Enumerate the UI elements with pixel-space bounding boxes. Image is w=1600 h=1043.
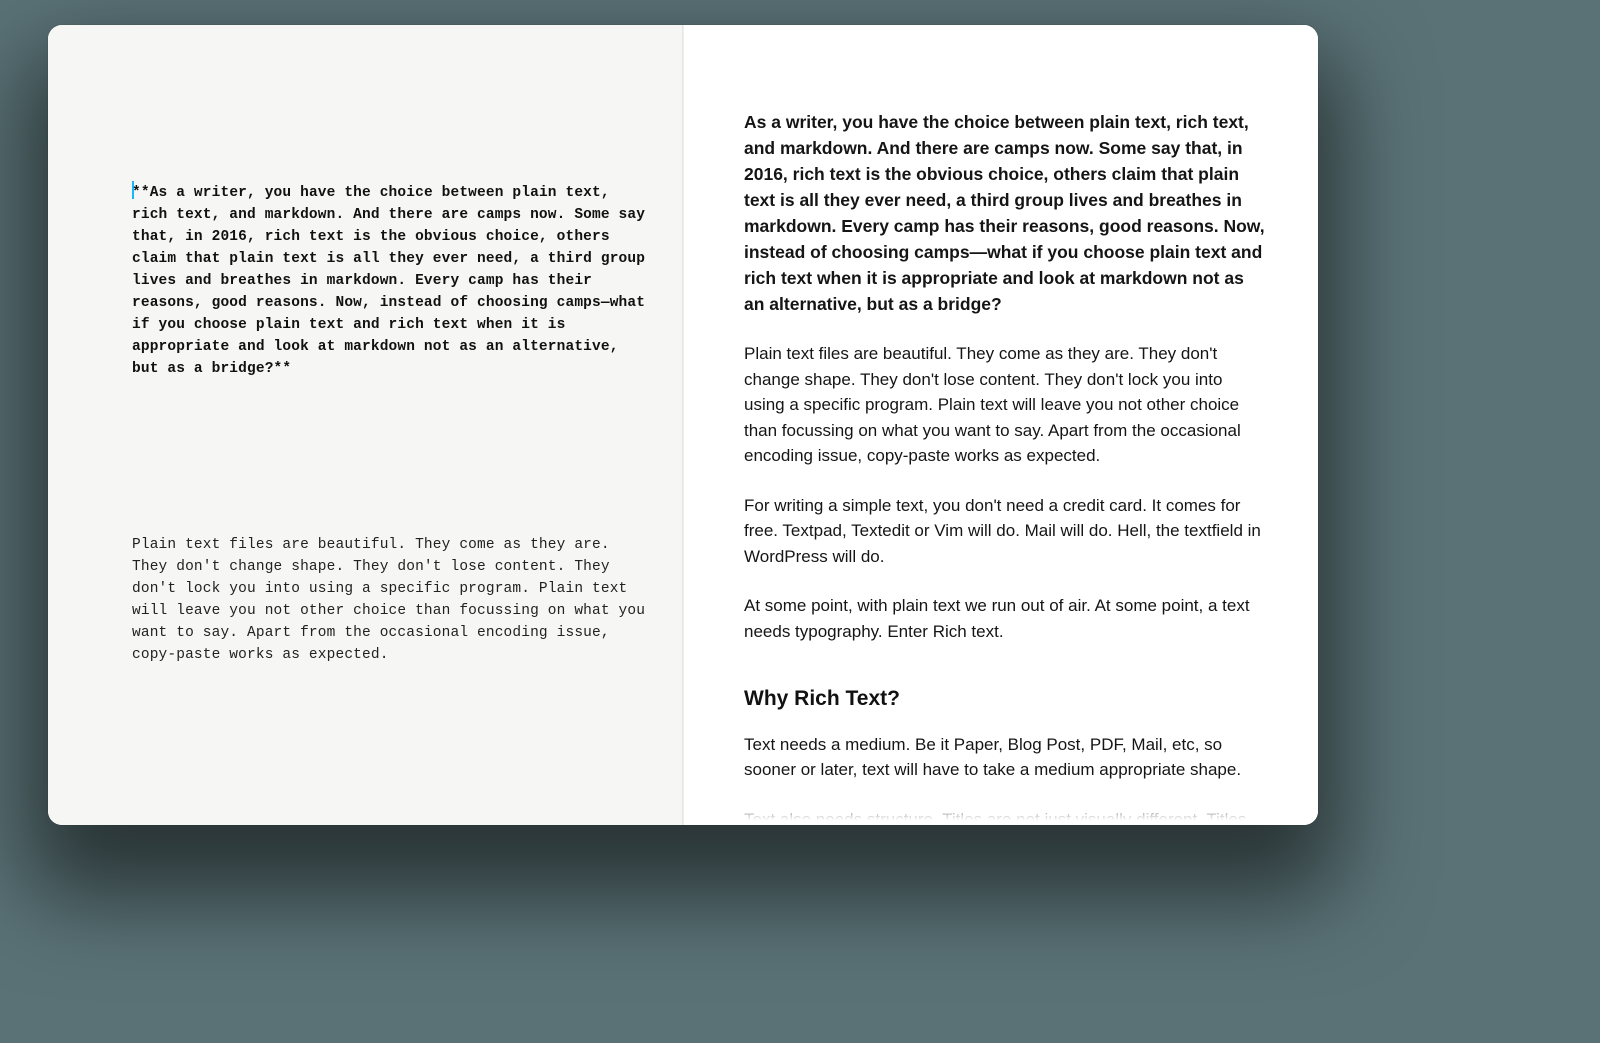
editor-content[interactable]: **As a writer, you have the choice betwe… bbox=[48, 25, 682, 825]
editor-pane[interactable]: **As a writer, you have the choice betwe… bbox=[48, 25, 683, 825]
preview-lead: As a writer, you have the choice between… bbox=[744, 109, 1266, 317]
md-bold-marker: ** bbox=[274, 361, 292, 377]
editor-paragraph[interactable]: Plain text files are beautiful. They com… bbox=[88, 534, 652, 666]
preview-paragraph: Plain text files are beautiful. They com… bbox=[744, 341, 1266, 469]
preview-paragraph: Text also needs structure. Titles are no… bbox=[744, 807, 1266, 826]
preview-paragraph: At some point, with plain text we run ou… bbox=[744, 593, 1266, 644]
app-window: **As a writer, you have the choice betwe… bbox=[48, 25, 1318, 825]
preview-content: As a writer, you have the choice between… bbox=[684, 25, 1318, 825]
preview-heading: Why Rich Text? bbox=[744, 686, 1266, 712]
preview-paragraph: Text needs a medium. Be it Paper, Blog P… bbox=[744, 732, 1266, 783]
editor-paragraph[interactable]: For writing a simple text, you don't nee… bbox=[88, 820, 652, 825]
editor-lead-text: As a writer, you have the choice between… bbox=[132, 185, 654, 377]
editor-paragraph[interactable]: **As a writer, you have the choice betwe… bbox=[88, 181, 652, 380]
preview-pane: As a writer, you have the choice between… bbox=[683, 25, 1318, 825]
preview-paragraph: For writing a simple text, you don't nee… bbox=[744, 493, 1266, 570]
md-bold-marker: ** bbox=[132, 185, 150, 201]
